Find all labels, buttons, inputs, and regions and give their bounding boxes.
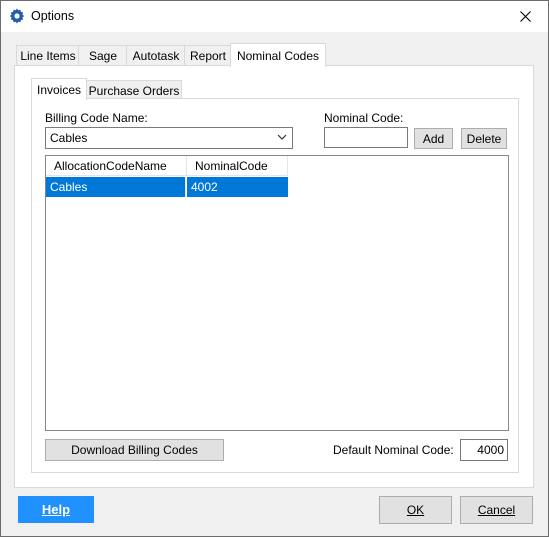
close-button[interactable] xyxy=(502,1,548,32)
help-button[interactable]: Help xyxy=(18,496,94,523)
delete-button[interactable]: Delete xyxy=(461,128,507,149)
default-nominal-code-label: Default Nominal Code: xyxy=(333,443,454,457)
tab-sage[interactable]: Sage xyxy=(78,45,128,66)
tab-report[interactable]: Report xyxy=(184,45,232,66)
tab-autotask[interactable]: Autotask xyxy=(126,45,186,66)
column-header-nominal-code[interactable]: NominalCode xyxy=(187,156,288,176)
default-nominal-code-input[interactable]: 4000 xyxy=(460,439,508,461)
table-cell-name[interactable]: Cables xyxy=(46,177,186,197)
nominal-code-input[interactable] xyxy=(324,127,408,148)
allocation-grid[interactable]: AllocationCodeName NominalCode Cables 40… xyxy=(45,155,509,431)
invoices-panel: Billing Code Name: Cables Nominal Code: … xyxy=(31,98,519,473)
close-icon xyxy=(519,11,531,22)
gear-icon xyxy=(9,8,25,24)
billing-code-select[interactable]: Cables xyxy=(45,127,293,149)
nominal-codes-page: Invoices Purchase Orders Billing Code Na… xyxy=(14,65,534,488)
billing-code-value: Cables xyxy=(50,131,88,145)
tab-line-items[interactable]: Line Items xyxy=(16,45,80,66)
tab-invoices[interactable]: Invoices xyxy=(31,78,87,100)
nominal-code-label: Nominal Code: xyxy=(324,111,404,125)
download-billing-codes-button[interactable]: Download Billing Codes xyxy=(45,439,224,461)
tab-purchase-orders[interactable]: Purchase Orders xyxy=(86,80,182,100)
column-header-allocation-code-name[interactable]: AllocationCodeName xyxy=(46,156,187,176)
tab-nominal-codes[interactable]: Nominal Codes xyxy=(230,43,326,67)
cancel-button[interactable]: Cancel xyxy=(460,496,533,524)
options-window: Options Line Items Sage Autotask Report … xyxy=(0,0,549,537)
default-nominal-code-value: 4000 xyxy=(477,443,504,457)
window-title: Options xyxy=(31,9,75,23)
ok-button[interactable]: OK xyxy=(379,496,452,524)
title-bar: Options xyxy=(1,1,548,32)
billing-code-label: Billing Code Name: xyxy=(45,111,148,125)
table-cell-code[interactable]: 4002 xyxy=(187,177,288,197)
add-button[interactable]: Add xyxy=(414,128,453,149)
chevron-down-icon xyxy=(277,134,287,140)
